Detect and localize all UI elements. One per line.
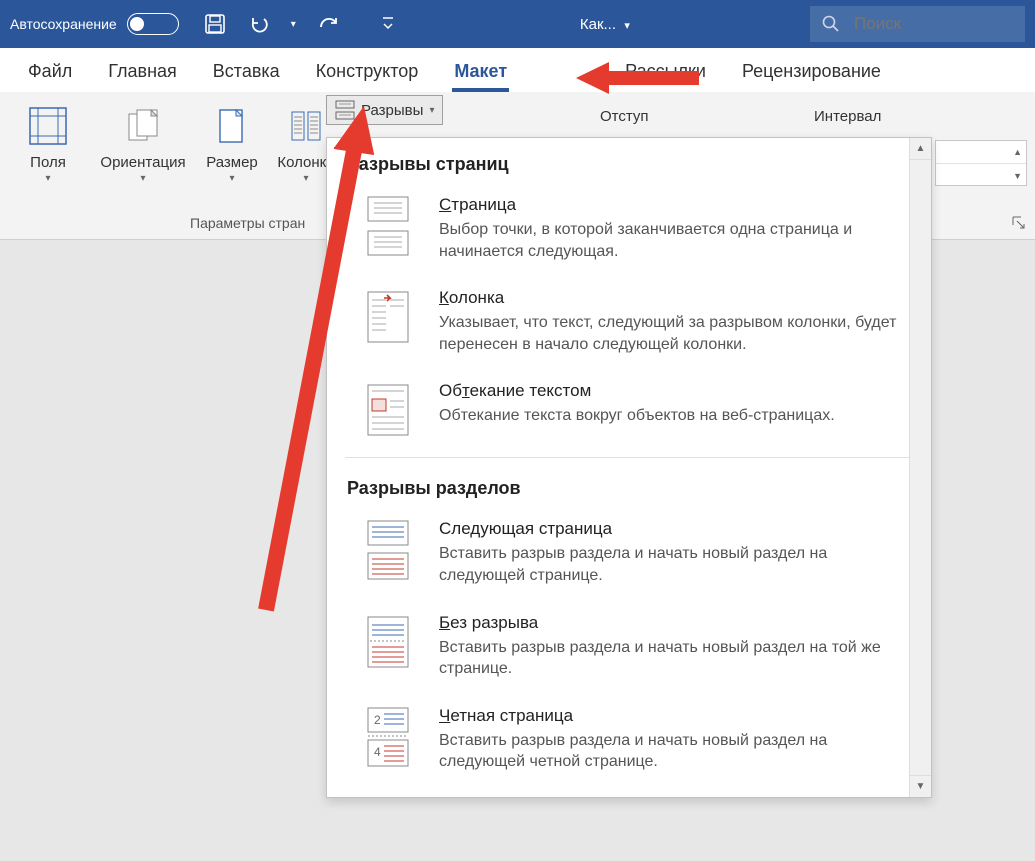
- redo-icon[interactable]: [316, 12, 340, 36]
- tab-mailings[interactable]: Рассылки: [525, 51, 724, 92]
- item-desc: Указывает, что текст, следующий за разры…: [439, 312, 903, 355]
- text-wrap-icon: [359, 381, 417, 439]
- break-even-page-item[interactable]: 2 4 Четная страница Вставить разрыв разд…: [345, 694, 909, 787]
- autosave-label: Автосохранение: [10, 16, 117, 32]
- size-button[interactable]: Размер ▾: [198, 98, 266, 184]
- svg-text:4: 4: [374, 745, 381, 759]
- autosave-toggle[interactable]: [127, 13, 179, 35]
- scroll-up-icon[interactable]: ▲: [910, 138, 931, 160]
- autosave-control[interactable]: Автосохранение: [10, 13, 179, 35]
- columns-icon: [286, 100, 326, 152]
- dialog-launcher-icon[interactable]: [1011, 215, 1029, 233]
- scrollbar[interactable]: ▲ ▼: [909, 138, 931, 797]
- chevron-down-icon: ▾: [140, 173, 145, 184]
- orientation-icon: [121, 100, 165, 152]
- item-title: Следующая страница: [439, 519, 903, 539]
- tab-review[interactable]: Рецензирование: [724, 51, 899, 92]
- page-breaks-header: Разрывы страниц: [345, 138, 909, 183]
- tab-insert[interactable]: Вставка: [195, 51, 298, 92]
- qat-customize-icon[interactable]: [376, 12, 400, 36]
- search-box[interactable]: [810, 6, 1025, 42]
- chevron-down-icon: ▾: [229, 173, 234, 184]
- page-setup-group-label: Параметры стран: [190, 215, 305, 231]
- tab-home[interactable]: Главная: [90, 51, 195, 92]
- margins-button[interactable]: Поля ▾: [8, 98, 88, 184]
- undo-icon[interactable]: [247, 12, 271, 36]
- breaks-button[interactable]: Разрывы ▾: [326, 95, 443, 125]
- item-desc: Вставить разрыв раздела и начать новый р…: [439, 637, 903, 680]
- item-desc: Вставить разрыв раздела и начать новый р…: [439, 543, 903, 586]
- tab-layout[interactable]: Макет: [436, 51, 525, 92]
- section-breaks-header: Разрывы разделов: [345, 462, 909, 507]
- item-title: Страница: [439, 195, 903, 215]
- spinner-down-icon[interactable]: ▼: [936, 164, 1026, 187]
- quick-access-toolbar: ▾: [203, 12, 400, 36]
- tab-design[interactable]: Конструктор: [298, 51, 437, 92]
- column-break-icon: [359, 288, 417, 355]
- orientation-button[interactable]: Ориентация ▾: [88, 98, 198, 184]
- tab-file[interactable]: Файл: [10, 51, 90, 92]
- item-desc: Вставить разрыв раздела и начать новый р…: [439, 730, 903, 773]
- ribbon-tabs: Файл Главная Вставка Конструктор Макет Р…: [0, 48, 1035, 92]
- section-even-page-icon: 2 4: [359, 706, 417, 773]
- item-title: Без разрыва: [439, 613, 903, 633]
- section-continuous-icon: [359, 613, 417, 680]
- break-page-item[interactable]: Страница Выбор точки, в которой заканчив…: [345, 183, 909, 276]
- indent-label: Отступ: [600, 108, 649, 125]
- title-bar: Автосохранение ▾ Как... ▾: [0, 0, 1035, 48]
- margins-icon: [26, 100, 70, 152]
- spinner-up-icon[interactable]: ▲: [936, 141, 1026, 164]
- break-textwrap-item[interactable]: Обтекание текстом Обтекание текста вокру…: [345, 369, 909, 453]
- break-next-page-item[interactable]: Следующая страница Вставить разрыв разде…: [345, 507, 909, 600]
- spacing-label: Интервал: [814, 108, 881, 125]
- page-break-icon: [359, 195, 417, 262]
- search-icon: [822, 15, 840, 33]
- size-icon: [212, 100, 252, 152]
- item-title: Четная страница: [439, 706, 903, 726]
- item-desc: Обтекание текста вокруг объектов на веб-…: [439, 405, 903, 427]
- breaks-dropdown: ▲ ▼ Разрывы страниц Страница Выбор точки…: [326, 137, 932, 798]
- svg-text:2: 2: [374, 713, 381, 727]
- scroll-down-icon[interactable]: ▼: [910, 775, 931, 797]
- item-title: Колонка: [439, 288, 903, 308]
- chevron-down-icon: ▾: [429, 105, 434, 116]
- undo-dropdown-caret[interactable]: ▾: [291, 19, 296, 30]
- break-continuous-item[interactable]: Без разрыва Вставить разрыв раздела и на…: [345, 601, 909, 694]
- chevron-down-icon: ▾: [303, 173, 308, 184]
- search-input[interactable]: [854, 14, 1013, 34]
- item-desc: Выбор точки, в которой заканчивается одн…: [439, 219, 903, 262]
- break-column-item[interactable]: Колонка Указывает, что текст, следующий …: [345, 276, 909, 369]
- chevron-down-icon: ▾: [45, 173, 50, 184]
- spacing-spinner[interactable]: ▲ ▼: [935, 140, 1027, 186]
- breaks-icon: [335, 100, 355, 120]
- section-next-page-icon: [359, 519, 417, 586]
- document-title[interactable]: Как... ▾: [400, 16, 810, 33]
- item-title: Обтекание текстом: [439, 381, 903, 401]
- save-icon[interactable]: [203, 12, 227, 36]
